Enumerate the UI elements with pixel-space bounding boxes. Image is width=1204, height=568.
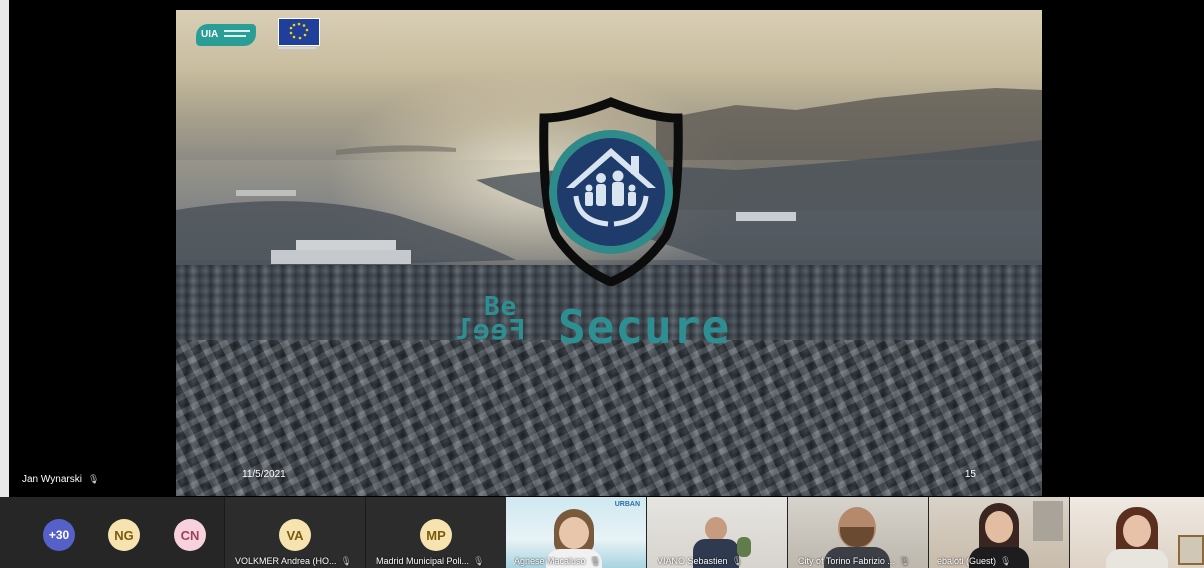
participant-name: ebaloti (Guest) [937,556,997,566]
participant-tile-va[interactable]: VA VOLKMER Andrea (HO... 🎙 [224,497,365,568]
participant-video-torino[interactable]: City of Torino Fabrizio ... 🎙 [788,497,928,568]
participant-video-agnese[interactable]: URBAN Agnese Macaluso 🎙 [506,497,646,568]
participant-video-ebaloti[interactable]: ebaloti (Guest) 🎙 [929,497,1069,568]
brand-feel: Feel [454,313,526,346]
avatar-va: VA [279,519,311,551]
participant-name: VOLKMER Andrea (HO... [235,556,337,566]
mic-muted-icon: 🎙 [340,556,352,566]
eu-flag-logo [276,18,320,52]
participant-name: Madrid Municipal Poli... [376,556,470,566]
avatar-ng[interactable]: NG [108,519,140,551]
avatar-mp: MP [420,519,452,551]
participant-video-woman[interactable] [1070,497,1204,568]
participant-name: VIANO Sebastien [657,556,728,566]
brand-secure: Secure [558,300,731,354]
avatar-cn[interactable]: CN [174,519,206,551]
participant-avatars-group: +30 NG CN [0,497,224,568]
more-participants-button[interactable]: +30 [43,519,75,551]
screen-share-area: UIA Be Feel Secure 11/5/2021 15 Jan Wyna… [0,0,1204,497]
mic-muted-icon: 🎙 [473,556,485,566]
urban-logo: URBAN [614,501,640,508]
participant-name: City of Torino Fabrizio ... [798,556,895,566]
participant-video-viano[interactable]: VIANO Sebastien 🎙 [647,497,787,568]
shared-slide: UIA Be Feel Secure 11/5/2021 15 [176,10,1042,496]
participants-strip: +30 NG CN VA VOLKMER Andrea (HO... 🎙 MP M… [0,497,1204,568]
mic-muted-icon: 🎙 [731,556,743,566]
participant-name: Agnese Macaluso [514,556,586,566]
shield-emblem [539,97,683,286]
mic-muted-icon: 🎙 [1000,556,1012,566]
mic-muted-icon: 🎙 [898,556,911,566]
window-edge [0,0,9,497]
presenter-name: Jan Wynarski [22,474,82,485]
uia-logo: UIA [196,20,256,48]
city-layer-2 [176,340,1042,496]
mic-muted-icon: 🎙 [87,474,100,484]
participant-tile-mp[interactable]: MP Madrid Municipal Poli... 🎙 [365,497,506,568]
slide-date: 11/5/2021 [242,469,286,480]
presenter-label: Jan Wynarski 🎙 [22,474,99,485]
slide-page-number: 15 [964,469,976,480]
mic-muted-icon: 🎙 [589,556,601,566]
